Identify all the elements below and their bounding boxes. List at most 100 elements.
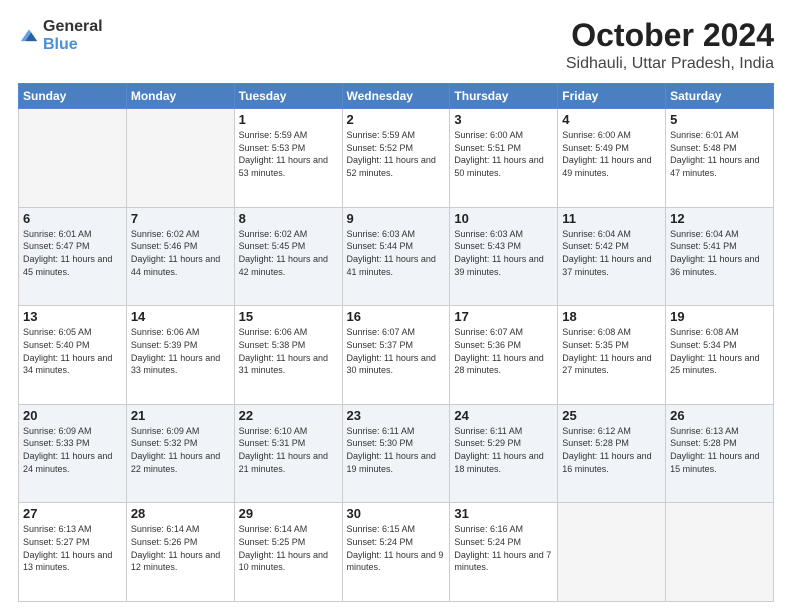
calendar-cell: 25Sunrise: 6:12 AM Sunset: 5:28 PM Dayli… xyxy=(558,404,666,503)
day-info: Sunrise: 6:08 AM Sunset: 5:35 PM Dayligh… xyxy=(562,326,661,376)
calendar-cell: 28 Sunrise: 6:14 AM Sunset: 5:26 PM Dayli… xyxy=(126,503,234,602)
calendar-cell: 6Sunrise: 6:01 AM Sunset: 5:47 PM Daylig… xyxy=(19,207,127,306)
day-info: Sunrise: 6:12 AM Sunset: 5:28 PM Dayligh… xyxy=(562,425,661,475)
day-number: 18 xyxy=(562,309,661,324)
day-number: 11 xyxy=(562,211,661,226)
day-info: Sunrise: 6:07 AM Sunset: 5:37 PM Dayligh… xyxy=(347,326,446,376)
day-number: 2 xyxy=(347,112,446,127)
day-number: 12 xyxy=(670,211,769,226)
header: General Blue October 2024 Sidhauli, Utta… xyxy=(18,18,774,73)
day-info: Sunrise: 6:07 AM Sunset: 5:36 PM Dayligh… xyxy=(454,326,553,376)
day-header-thursday: Thursday xyxy=(450,84,558,109)
logo-general: General xyxy=(43,18,103,36)
calendar-cell: 24Sunrise: 6:11 AM Sunset: 5:29 PM Dayli… xyxy=(450,404,558,503)
day-number: 23 xyxy=(347,408,446,423)
day-header-monday: Monday xyxy=(126,84,234,109)
day-number: 28 xyxy=(131,506,230,521)
day-info: Sunrise: 6:06 AM Sunset: 5:38 PM Dayligh… xyxy=(239,326,338,376)
day-info: Sunrise: 6:16 AM Sunset: 5:24 PM Dayligh… xyxy=(454,523,553,573)
day-number: 17 xyxy=(454,309,553,324)
day-info: Sunrise: 6:10 AM Sunset: 5:31 PM Dayligh… xyxy=(239,425,338,475)
calendar-cell: 14 Sunrise: 6:06 AM Sunset: 5:39 PM Dayli… xyxy=(126,306,234,405)
day-info: Sunrise: 6:01 AM Sunset: 5:48 PM Dayligh… xyxy=(670,129,769,179)
day-number: 24 xyxy=(454,408,553,423)
logo-blue: Blue xyxy=(43,36,103,54)
day-number: 16 xyxy=(347,309,446,324)
day-info: Sunrise: 6:11 AM Sunset: 5:30 PM Dayligh… xyxy=(347,425,446,475)
day-number: 22 xyxy=(239,408,338,423)
title-block: October 2024 Sidhauli, Uttar Pradesh, In… xyxy=(566,18,774,73)
day-number: 10 xyxy=(454,211,553,226)
calendar-cell xyxy=(126,109,234,208)
calendar-cell: 31 Sunrise: 6:16 AM Sunset: 5:24 PM Dayli… xyxy=(450,503,558,602)
calendar-cell: 13 Sunrise: 6:05 AM Sunset: 5:40 PM Dayli… xyxy=(19,306,127,405)
calendar-cell: 19 Sunrise: 6:08 AM Sunset: 5:34 PM Dayli… xyxy=(666,306,774,405)
calendar-cell: 1 Sunrise: 5:59 AM Sunset: 5:53 PM Daylig… xyxy=(234,109,342,208)
calendar-cell: 16 Sunrise: 6:07 AM Sunset: 5:37 PM Dayli… xyxy=(342,306,450,405)
calendar-cell: 2 Sunrise: 5:59 AM Sunset: 5:52 PM Daylig… xyxy=(342,109,450,208)
day-number: 1 xyxy=(239,112,338,127)
day-number: 8 xyxy=(239,211,338,226)
calendar-cell: 26 Sunrise: 6:13 AM Sunset: 5:28 PM Dayli… xyxy=(666,404,774,503)
day-info: Sunrise: 6:14 AM Sunset: 5:25 PM Dayligh… xyxy=(239,523,338,573)
day-number: 14 xyxy=(131,309,230,324)
day-info: Sunrise: 6:05 AM Sunset: 5:40 PM Dayligh… xyxy=(23,326,122,376)
day-info: Sunrise: 6:06 AM Sunset: 5:39 PM Dayligh… xyxy=(131,326,230,376)
day-info: Sunrise: 6:04 AM Sunset: 5:42 PM Dayligh… xyxy=(562,228,661,278)
day-header-wednesday: Wednesday xyxy=(342,84,450,109)
calendar-cell xyxy=(19,109,127,208)
day-info: Sunrise: 6:14 AM Sunset: 5:26 PM Dayligh… xyxy=(131,523,230,573)
day-info: Sunrise: 6:09 AM Sunset: 5:33 PM Dayligh… xyxy=(23,425,122,475)
day-info: Sunrise: 6:15 AM Sunset: 5:24 PM Dayligh… xyxy=(347,523,446,573)
day-info: Sunrise: 6:02 AM Sunset: 5:46 PM Dayligh… xyxy=(131,228,230,278)
day-info: Sunrise: 6:08 AM Sunset: 5:34 PM Dayligh… xyxy=(670,326,769,376)
day-info: Sunrise: 6:09 AM Sunset: 5:32 PM Dayligh… xyxy=(131,425,230,475)
calendar-cell xyxy=(558,503,666,602)
day-number: 6 xyxy=(23,211,122,226)
calendar-cell: 4 Sunrise: 6:00 AM Sunset: 5:49 PM Daylig… xyxy=(558,109,666,208)
day-number: 7 xyxy=(131,211,230,226)
day-info: Sunrise: 5:59 AM Sunset: 5:52 PM Dayligh… xyxy=(347,129,446,179)
page: General Blue October 2024 Sidhauli, Utta… xyxy=(0,0,792,612)
day-number: 3 xyxy=(454,112,553,127)
day-header-friday: Friday xyxy=(558,84,666,109)
day-number: 9 xyxy=(347,211,446,226)
calendar-cell: 15Sunrise: 6:06 AM Sunset: 5:38 PM Dayli… xyxy=(234,306,342,405)
logo-icon xyxy=(18,25,40,47)
calendar-cell: 5 Sunrise: 6:01 AM Sunset: 5:48 PM Daylig… xyxy=(666,109,774,208)
calendar-cell: 7 Sunrise: 6:02 AM Sunset: 5:46 PM Daylig… xyxy=(126,207,234,306)
day-header-sunday: Sunday xyxy=(19,84,127,109)
day-number: 5 xyxy=(670,112,769,127)
calendar-cell: 29 Sunrise: 6:14 AM Sunset: 5:25 PM Dayli… xyxy=(234,503,342,602)
day-number: 29 xyxy=(239,506,338,521)
day-number: 31 xyxy=(454,506,553,521)
day-number: 26 xyxy=(670,408,769,423)
calendar-cell: 17 Sunrise: 6:07 AM Sunset: 5:36 PM Dayli… xyxy=(450,306,558,405)
day-number: 19 xyxy=(670,309,769,324)
day-info: Sunrise: 6:02 AM Sunset: 5:45 PM Dayligh… xyxy=(239,228,338,278)
day-info: Sunrise: 5:59 AM Sunset: 5:53 PM Dayligh… xyxy=(239,129,338,179)
day-info: Sunrise: 6:13 AM Sunset: 5:27 PM Dayligh… xyxy=(23,523,122,573)
day-header-saturday: Saturday xyxy=(666,84,774,109)
day-info: Sunrise: 6:13 AM Sunset: 5:28 PM Dayligh… xyxy=(670,425,769,475)
day-number: 4 xyxy=(562,112,661,127)
day-header-tuesday: Tuesday xyxy=(234,84,342,109)
calendar-cell xyxy=(666,503,774,602)
calendar-cell: 27 Sunrise: 6:13 AM Sunset: 5:27 PM Dayli… xyxy=(19,503,127,602)
day-info: Sunrise: 6:00 AM Sunset: 5:49 PM Dayligh… xyxy=(562,129,661,179)
calendar-cell: 23 Sunrise: 6:11 AM Sunset: 5:30 PM Dayli… xyxy=(342,404,450,503)
calendar-cell: 30 Sunrise: 6:15 AM Sunset: 5:24 PM Dayli… xyxy=(342,503,450,602)
day-info: Sunrise: 6:03 AM Sunset: 5:44 PM Dayligh… xyxy=(347,228,446,278)
calendar-cell: 18 Sunrise: 6:08 AM Sunset: 5:35 PM Dayli… xyxy=(558,306,666,405)
calendar-cell: 21Sunrise: 6:09 AM Sunset: 5:32 PM Dayli… xyxy=(126,404,234,503)
day-number: 30 xyxy=(347,506,446,521)
day-info: Sunrise: 6:03 AM Sunset: 5:43 PM Dayligh… xyxy=(454,228,553,278)
calendar-cell: 12Sunrise: 6:04 AM Sunset: 5:41 PM Dayli… xyxy=(666,207,774,306)
calendar-cell: 9 Sunrise: 6:03 AM Sunset: 5:44 PM Daylig… xyxy=(342,207,450,306)
day-number: 27 xyxy=(23,506,122,521)
day-number: 13 xyxy=(23,309,122,324)
day-number: 20 xyxy=(23,408,122,423)
sub-title: Sidhauli, Uttar Pradesh, India xyxy=(566,55,774,73)
logo: General Blue xyxy=(18,18,103,55)
calendar-cell: 8 Sunrise: 6:02 AM Sunset: 5:45 PM Daylig… xyxy=(234,207,342,306)
